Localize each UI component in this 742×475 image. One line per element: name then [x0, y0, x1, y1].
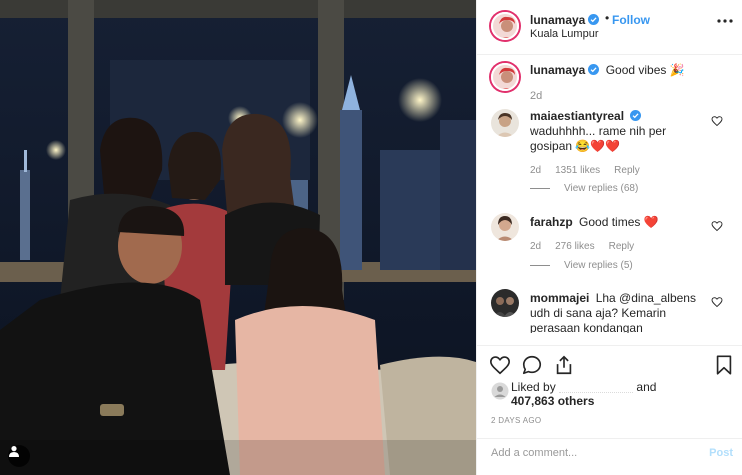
caption-text: Good vibes 🎉: [605, 63, 685, 77]
commenter-avatar[interactable]: [491, 289, 519, 317]
commenter-avatar[interactable]: [491, 213, 519, 241]
caption-avatar-image: [493, 65, 517, 89]
comment-likes[interactable]: 1351 likes: [555, 165, 600, 176]
verified-badge-icon: [630, 110, 642, 121]
comment-text: farahzp Good times ❤️: [530, 215, 710, 230]
comment-icon[interactable]: [521, 354, 543, 376]
liked-by-avatar-icon[interactable]: [491, 382, 509, 400]
like-comment-heart-icon[interactable]: [711, 115, 723, 127]
view-replies-button[interactable]: View replies (68): [530, 183, 638, 194]
verified-badge-icon: [588, 64, 600, 75]
comment-time[interactable]: 2d: [530, 241, 541, 252]
view-replies-label[interactable]: View replies (68): [564, 183, 638, 194]
liked-by-text: Liked by and 407,863 others: [511, 380, 661, 408]
add-comment-input[interactable]: [491, 447, 691, 459]
caption-time[interactable]: 2d: [530, 90, 542, 102]
post-side-panel: lunamaya • Follow Kuala Lumpur lunamaya …: [476, 0, 742, 475]
author-avatar-image: [493, 14, 517, 38]
post-comment-button[interactable]: Post: [709, 447, 733, 459]
verified-badge-icon: [588, 14, 600, 25]
post-actions-section: Liked by and 407,863 others 2 DAYS AGO P…: [477, 345, 742, 475]
caption-author-avatar[interactable]: [491, 63, 519, 91]
group-photo-image: [0, 0, 476, 475]
replies-divider: [530, 188, 550, 189]
comment-time[interactable]: 2d: [530, 165, 541, 176]
comment-meta: 2d 276 likes Reply: [530, 241, 634, 252]
comment-text: mommajei Lha @dina_albens udh di sana aj…: [530, 291, 710, 333]
replies-divider: [530, 265, 550, 266]
author-username[interactable]: lunamaya: [530, 13, 600, 27]
add-comment-bar: Post: [477, 438, 742, 475]
heart-icon[interactable]: [489, 354, 511, 376]
post-header: lunamaya • Follow Kuala Lumpur: [477, 0, 742, 55]
post-location[interactable]: Kuala Lumpur: [530, 28, 599, 40]
like-comment-heart-icon[interactable]: [711, 296, 723, 308]
commenter-username[interactable]: mommajei: [530, 291, 589, 305]
view-replies-button[interactable]: View replies (5): [530, 260, 633, 271]
caption-username[interactable]: lunamaya: [530, 63, 585, 77]
more-options-icon[interactable]: [717, 18, 733, 24]
reply-button[interactable]: Reply: [614, 165, 640, 176]
commenter-username[interactable]: farahzp: [530, 215, 573, 229]
likes-count[interactable]: 407,863 others: [511, 394, 594, 408]
commenter-avatar-image: [491, 213, 519, 241]
view-replies-label[interactable]: View replies (5): [564, 260, 633, 271]
comment-body: waduhhhh... rame nih per gosipan 😂❤️❤️: [530, 124, 667, 153]
comment-likes[interactable]: 276 likes: [555, 241, 594, 252]
liked-by-username-redacted[interactable]: [559, 382, 634, 393]
reply-button[interactable]: Reply: [609, 241, 635, 252]
post-photo[interactable]: [0, 0, 476, 475]
commenter-avatar-image: [491, 289, 519, 317]
instagram-post: lunamaya • Follow Kuala Lumpur lunamaya …: [0, 0, 742, 475]
bookmark-icon[interactable]: [713, 354, 735, 376]
liked-by-conjunction: and: [636, 380, 657, 394]
commenter-avatar[interactable]: [491, 109, 519, 137]
commenter-username[interactable]: maiaestiantyreal: [530, 109, 624, 123]
follow-button[interactable]: Follow: [612, 13, 650, 27]
share-icon[interactable]: [553, 354, 575, 376]
post-caption: lunamaya Good vibes 🎉: [530, 63, 685, 77]
comment-text: maiaestiantyreal waduhhhh... rame nih pe…: [530, 109, 710, 154]
comment-meta: 2d 1351 likes Reply: [530, 165, 640, 176]
user-icon: [9, 446, 19, 457]
tagged-users-button[interactable]: [8, 445, 30, 467]
post-timestamp[interactable]: 2 DAYS AGO: [491, 416, 541, 425]
comments-section[interactable]: lunamaya Good vibes 🎉 2d maiaestiantyrea…: [477, 55, 742, 345]
author-username-text[interactable]: lunamaya: [530, 13, 585, 27]
separator-dot: •: [605, 11, 610, 25]
like-comment-heart-icon[interactable]: [711, 220, 723, 232]
commenter-avatar-image: [491, 109, 519, 137]
author-avatar[interactable]: [491, 12, 519, 40]
liked-by-prefix: Liked by: [511, 380, 556, 394]
comment-body: Good times ❤️: [579, 215, 659, 229]
